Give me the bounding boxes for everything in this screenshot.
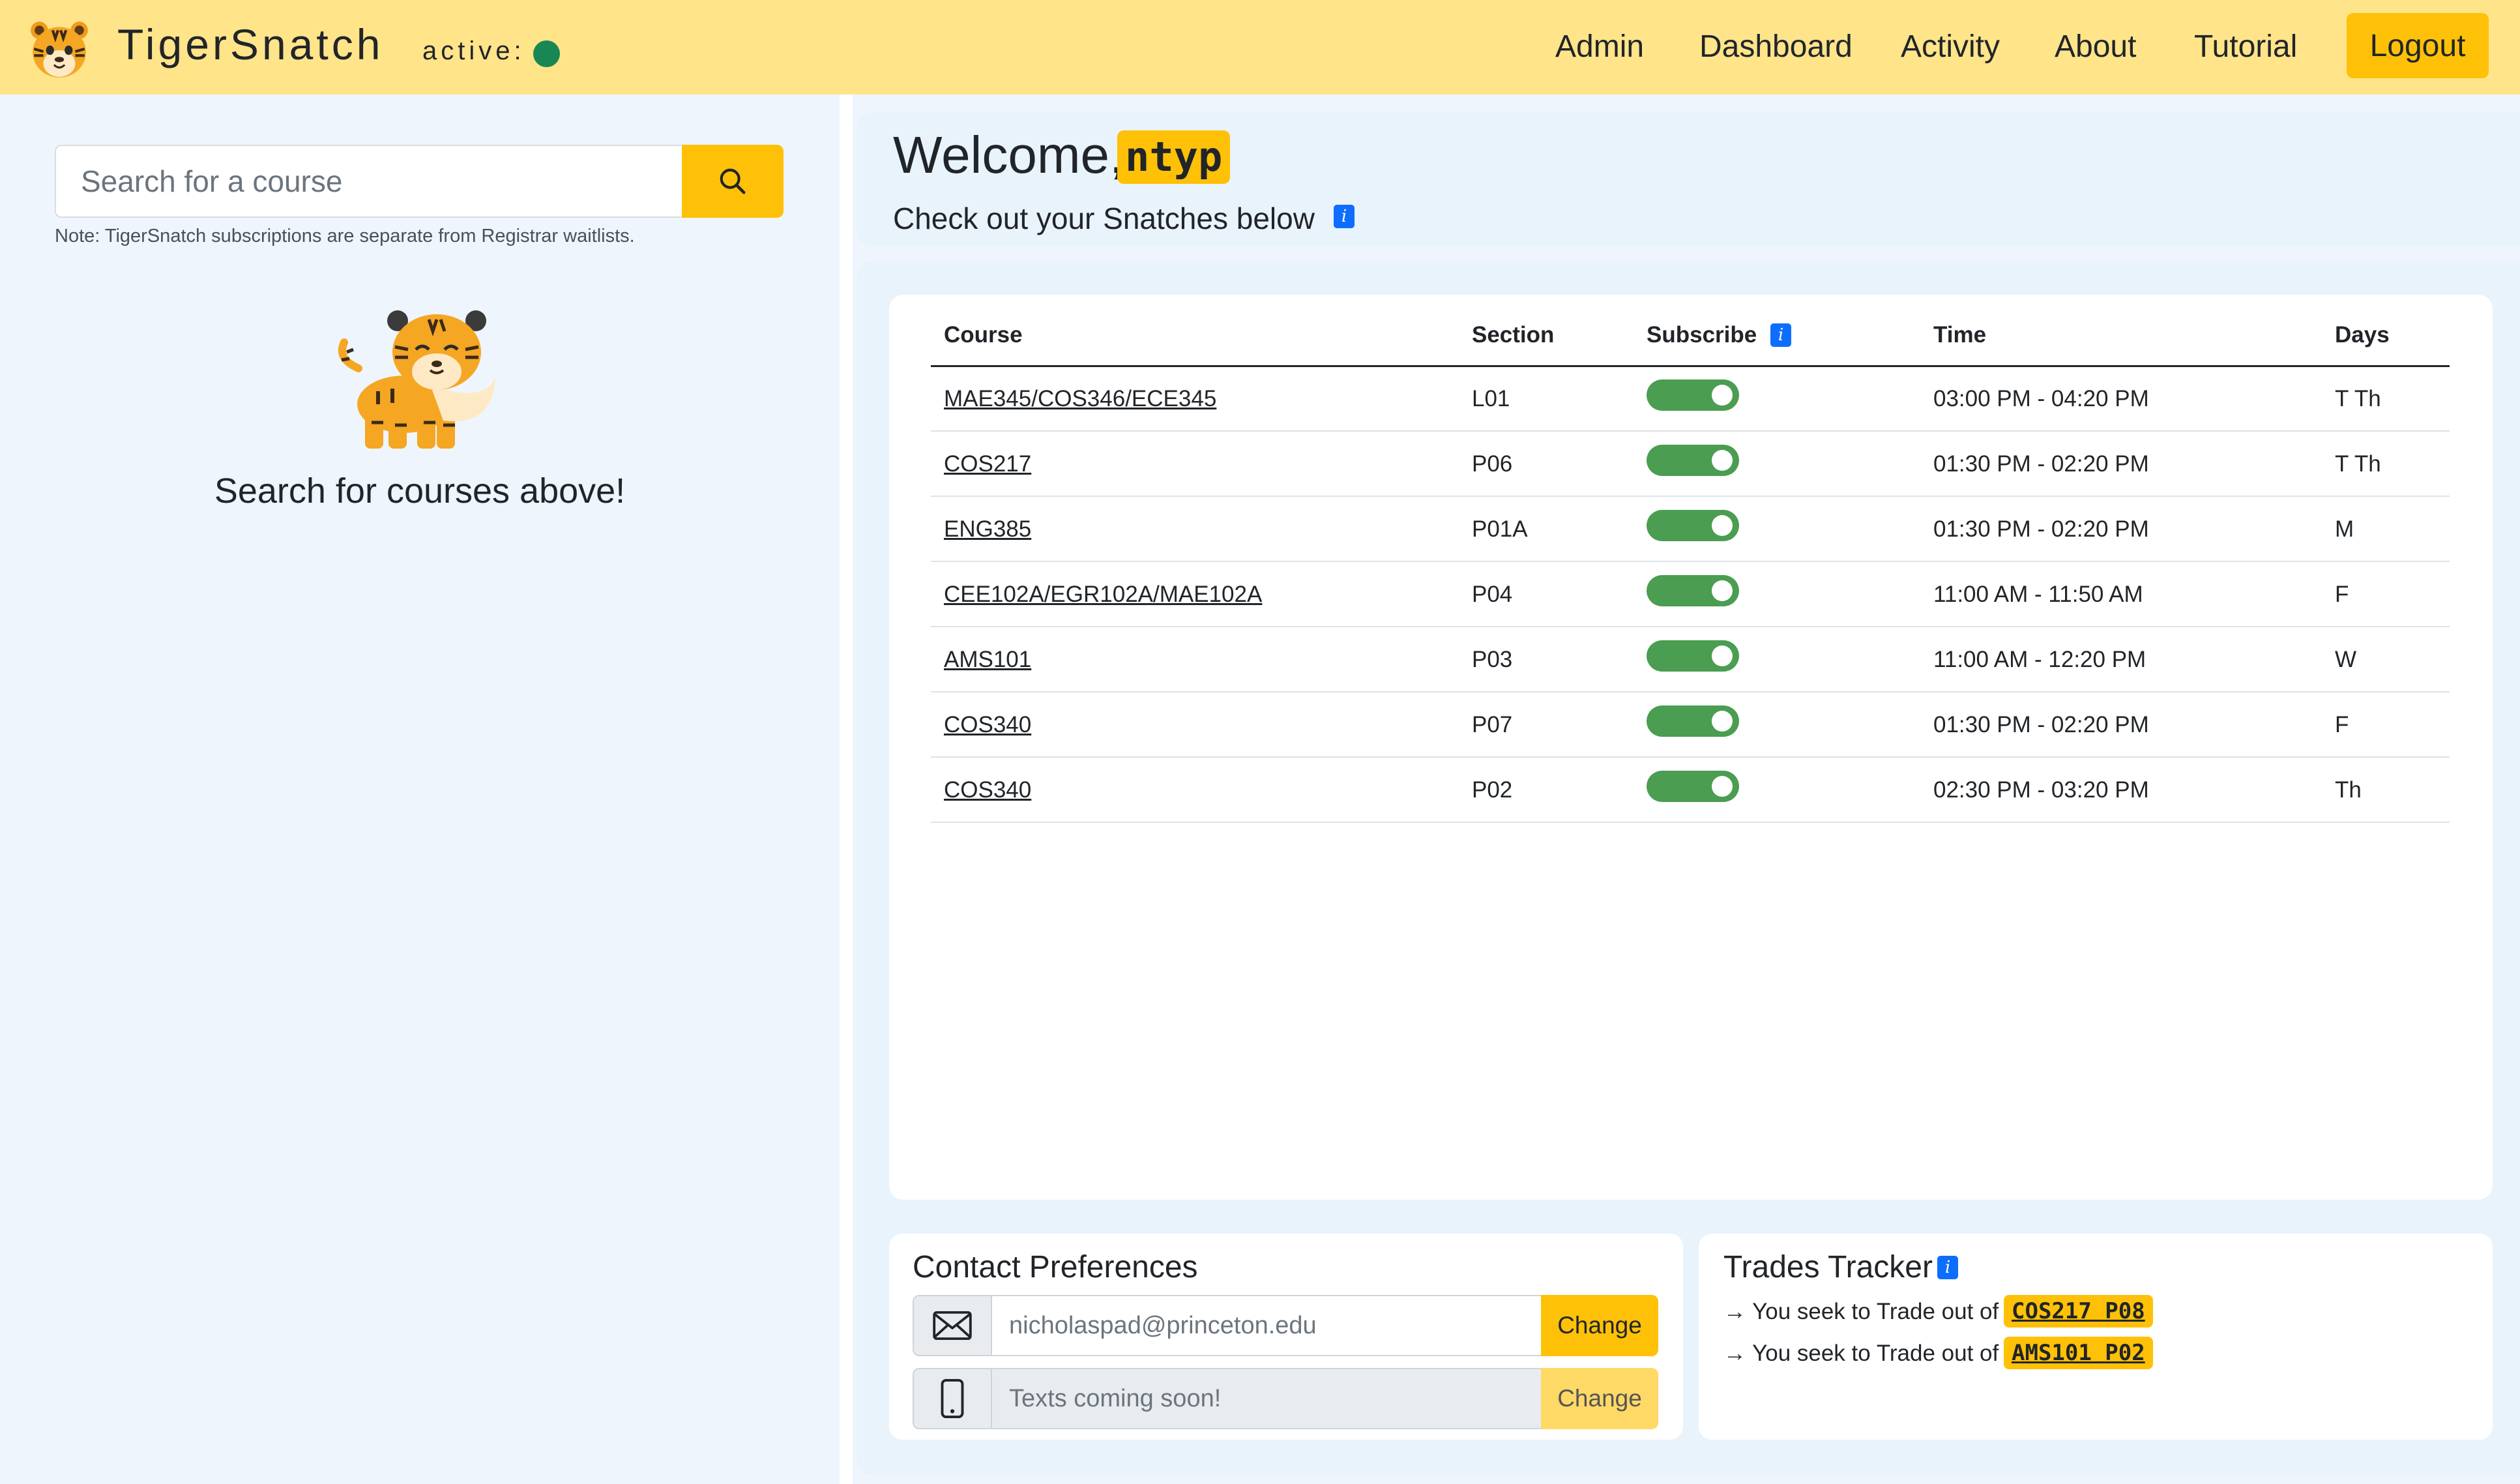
search-icon bbox=[720, 168, 746, 194]
logout-button[interactable]: Logout bbox=[2347, 13, 2489, 78]
row-divider bbox=[931, 756, 2450, 758]
trade-item-text: → You seek to Trade out of bbox=[1723, 1341, 1999, 1366]
table-header-divider bbox=[931, 365, 2450, 367]
phone-field: Texts coming soon! bbox=[992, 1368, 1541, 1429]
subscribe-toggle[interactable] bbox=[1647, 445, 1739, 476]
row-divider bbox=[931, 822, 2450, 823]
nav-link-dashboard[interactable]: Dashboard bbox=[1699, 29, 1853, 65]
brand-name[interactable]: TigerSnatch bbox=[117, 20, 383, 69]
trades-tracker-title: Trades Tracker bbox=[1723, 1250, 1933, 1284]
table-row-course[interactable]: CEE102A/EGR102A/MAE102A bbox=[944, 582, 1262, 608]
row-divider bbox=[931, 430, 2450, 432]
table-row-section: P02 bbox=[1472, 777, 1513, 803]
table-row-time: 11:00 AM - 11:50 AM bbox=[1933, 582, 2143, 607]
table-row-section: P06 bbox=[1472, 451, 1513, 477]
table-row-time: 01:30 PM - 02:20 PM bbox=[1933, 516, 2149, 542]
navbar: TigerSnatch active: Admin Dashboard Acti… bbox=[0, 0, 2520, 95]
table-row-course[interactable]: COS340 bbox=[944, 712, 1031, 738]
envelope-icon bbox=[933, 1311, 972, 1341]
table-row-time: 03:00 PM - 04:20 PM bbox=[1933, 386, 2149, 411]
table-row-days: T Th bbox=[2335, 386, 2381, 411]
column-header-days: Days bbox=[2335, 322, 2390, 348]
email-icon-box bbox=[913, 1295, 992, 1356]
table-row-section: P04 bbox=[1472, 582, 1513, 607]
subscribe-toggle[interactable] bbox=[1647, 640, 1739, 672]
table-row-time: 02:30 PM - 03:20 PM bbox=[1933, 777, 2149, 803]
table-row-section: P03 bbox=[1472, 647, 1513, 672]
sidebar-divider bbox=[840, 95, 853, 1484]
phone-icon-box bbox=[913, 1368, 992, 1429]
phone-icon bbox=[941, 1378, 964, 1419]
table-row-course[interactable]: AMS101 bbox=[944, 647, 1031, 673]
table-row-course[interactable]: COS340 bbox=[944, 777, 1031, 803]
row-divider bbox=[931, 496, 2450, 497]
table-row-days: W bbox=[2335, 647, 2357, 672]
nav-link-about[interactable]: About bbox=[2055, 29, 2136, 65]
table-row-course[interactable]: COS217 bbox=[944, 451, 1031, 477]
table-row-time: 01:30 PM - 02:20 PM bbox=[1933, 712, 2149, 737]
row-divider bbox=[931, 691, 2450, 692]
table-row-course[interactable]: ENG385 bbox=[944, 516, 1031, 542]
tiger-mascot-icon bbox=[338, 310, 495, 449]
tiger-logo-icon[interactable] bbox=[26, 16, 93, 82]
table-row-days: F bbox=[2335, 582, 2349, 607]
column-header-time: Time bbox=[1933, 322, 1987, 348]
nav-link-admin[interactable]: Admin bbox=[1555, 29, 1644, 65]
row-divider bbox=[931, 626, 2450, 627]
table-row-time: 01:30 PM - 02:20 PM bbox=[1933, 451, 2149, 477]
active-status-label: active: bbox=[422, 37, 525, 65]
column-header-section: Section bbox=[1472, 322, 1555, 348]
netid-badge: ntyp bbox=[1117, 130, 1231, 184]
change-phone-button: Change bbox=[1541, 1368, 1658, 1429]
search-prompt: Search for courses above! bbox=[214, 471, 626, 511]
subscribe-toggle[interactable] bbox=[1647, 575, 1739, 606]
table-row-days: M bbox=[2335, 516, 2354, 542]
column-header-course: Course bbox=[944, 322, 1023, 348]
table-row-days: T Th bbox=[2335, 451, 2381, 477]
email-field[interactable]: nicholaspad@princeton.edu bbox=[992, 1295, 1541, 1356]
table-row-time: 11:00 AM - 12:20 PM bbox=[1933, 647, 2146, 672]
subscribe-toggle[interactable] bbox=[1647, 705, 1739, 737]
nav-link-activity[interactable]: Activity bbox=[1901, 29, 2000, 65]
trade-course-badge[interactable]: AMS101 P02 bbox=[2004, 1337, 2153, 1369]
trade-item-text: → You seek to Trade out of bbox=[1723, 1299, 1999, 1324]
table-row-days: F bbox=[2335, 712, 2349, 737]
search-button[interactable] bbox=[682, 145, 784, 218]
course-search-input[interactable] bbox=[55, 145, 682, 218]
table-row-section: P01A bbox=[1472, 516, 1528, 542]
trade-course-badge[interactable]: COS217 P08 bbox=[2004, 1295, 2153, 1328]
change-email-button[interactable]: Change bbox=[1541, 1295, 1658, 1356]
subscribe-toggle[interactable] bbox=[1647, 771, 1739, 802]
table-row-section: L01 bbox=[1472, 386, 1510, 411]
column-header-subscribe: Subscribe bbox=[1647, 322, 1757, 348]
table-row-course[interactable]: MAE345/COS346/ECE345 bbox=[944, 386, 1216, 412]
table-row-days: Th bbox=[2335, 777, 2362, 803]
search-note: Note: TigerSnatch subscriptions are sepa… bbox=[55, 226, 635, 246]
welcome-subtitle: Check out your Snatches below bbox=[893, 201, 1315, 235]
info-icon[interactable]: i bbox=[1334, 205, 1355, 228]
nav-link-tutorial[interactable]: Tutorial bbox=[2194, 29, 2297, 65]
subscribe-toggle[interactable] bbox=[1647, 379, 1739, 411]
subscribe-toggle[interactable] bbox=[1647, 510, 1739, 541]
info-icon[interactable]: i bbox=[1937, 1256, 1958, 1279]
active-status-indicator bbox=[533, 40, 560, 67]
contact-preferences-title: Contact Preferences bbox=[913, 1250, 1198, 1284]
sidebar bbox=[0, 95, 840, 1484]
row-divider bbox=[931, 561, 2450, 562]
table-row-section: P07 bbox=[1472, 712, 1513, 737]
welcome-greeting: Welcome, bbox=[893, 126, 1124, 184]
info-icon[interactable]: i bbox=[1770, 323, 1791, 347]
